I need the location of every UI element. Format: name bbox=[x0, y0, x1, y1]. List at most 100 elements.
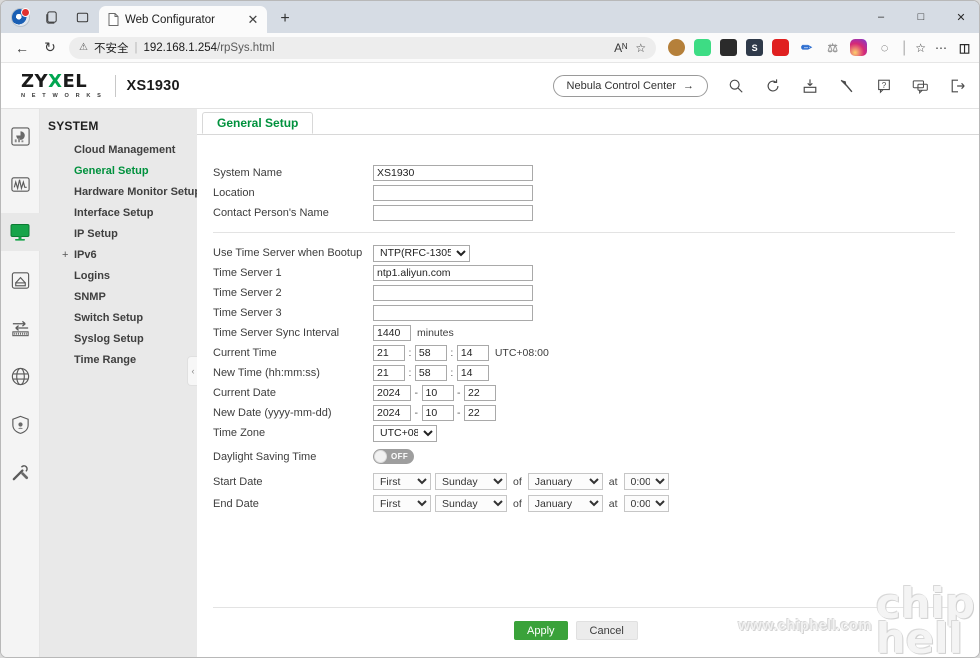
time-server-2-input[interactable] bbox=[373, 285, 533, 301]
omnibox-separator: | bbox=[134, 41, 138, 54]
back-icon[interactable]: ← bbox=[9, 35, 35, 61]
new-date-year-input[interactable] bbox=[373, 405, 411, 421]
current-time-second-input[interactable] bbox=[456, 345, 489, 361]
dst-toggle[interactable]: OFF bbox=[373, 449, 414, 464]
toggle-knob bbox=[374, 450, 387, 463]
end-time-select[interactable]: 0:00 bbox=[623, 495, 669, 512]
time-server-1-input[interactable] bbox=[373, 265, 533, 281]
cli-message-icon[interactable] bbox=[911, 76, 930, 95]
content-tabbar: General Setup bbox=[197, 109, 979, 135]
favorite-star-icon[interactable]: ☆ bbox=[635, 41, 646, 55]
sidebar-item-cloud-management[interactable]: Cloud Management bbox=[40, 139, 197, 160]
start-day-select[interactable]: Sunday bbox=[435, 473, 507, 490]
red-extension-icon[interactable] bbox=[772, 39, 790, 56]
time-server-3-label: Time Server 3 bbox=[213, 307, 282, 319]
maintenance-tools-icon[interactable] bbox=[1, 453, 40, 491]
split-screen-icon[interactable] bbox=[720, 39, 738, 56]
wrench-icon[interactable] bbox=[837, 76, 856, 95]
start-of-label: of bbox=[513, 475, 522, 488]
address-bar[interactable]: ⚠ 不安全 | 192.168.1.254/rpSys.html Aᴺ ☆ bbox=[69, 36, 657, 59]
ghost-extension-icon[interactable]: ◌ bbox=[876, 39, 893, 56]
start-time-select[interactable]: 0:00 bbox=[623, 473, 669, 490]
cookie-extension-icon[interactable] bbox=[668, 39, 686, 56]
maximize-button[interactable]: □ bbox=[901, 1, 941, 33]
sidebar-item-time-range[interactable]: Time Range bbox=[40, 349, 197, 370]
current-time-minute-input[interactable] bbox=[414, 345, 447, 361]
pen-extension-icon[interactable]: ✏ bbox=[798, 39, 815, 56]
switching-icon[interactable] bbox=[1, 309, 40, 347]
time-server-3-input[interactable] bbox=[373, 305, 533, 321]
sidebar-item-logins[interactable]: Logins bbox=[40, 265, 197, 286]
end-day-select[interactable]: Sunday bbox=[435, 495, 507, 512]
minimize-button[interactable]: – bbox=[861, 1, 901, 33]
cancel-button[interactable]: Cancel bbox=[575, 621, 638, 640]
read-aloud-icon[interactable]: Aᴺ bbox=[614, 41, 627, 55]
new-time-minute-input[interactable] bbox=[414, 365, 447, 381]
time-server-bootup-select[interactable]: NTP(RFC-1305) bbox=[373, 244, 470, 262]
end-week-select[interactable]: First bbox=[373, 495, 431, 512]
refresh-icon[interactable] bbox=[763, 76, 782, 95]
sidebar-item-snmp[interactable]: SNMP bbox=[40, 286, 197, 307]
logout-icon[interactable] bbox=[948, 76, 967, 95]
security-shield-icon[interactable] bbox=[1, 405, 40, 443]
time-zone-select[interactable]: UTC+08:00 bbox=[373, 424, 437, 442]
apply-button[interactable]: Apply bbox=[514, 621, 568, 640]
current-date-month-input[interactable] bbox=[421, 385, 454, 401]
save-config-icon[interactable] bbox=[800, 76, 819, 95]
new-date-month-input[interactable] bbox=[421, 405, 454, 421]
location-input[interactable] bbox=[373, 185, 533, 201]
system-monitor-icon[interactable] bbox=[1, 213, 40, 251]
profile-avatar[interactable] bbox=[9, 6, 31, 28]
end-month-select[interactable]: January bbox=[527, 495, 603, 512]
browser-tab[interactable]: Web Configurator ✕ bbox=[99, 6, 267, 33]
current-date-day-input[interactable] bbox=[464, 385, 496, 401]
tab-general-setup[interactable]: General Setup bbox=[202, 112, 314, 134]
org-chart-icon[interactable]: ⚖ bbox=[824, 39, 841, 56]
field-current-time: Current Time : : UTC+08:00 bbox=[213, 343, 979, 363]
tab-copilot-icon[interactable] bbox=[40, 6, 62, 28]
instagram-extension-icon[interactable] bbox=[850, 39, 868, 56]
help-icon[interactable]: ? bbox=[874, 76, 893, 95]
current-date-year-input[interactable] bbox=[373, 385, 411, 401]
tab-overview-icon[interactable] bbox=[71, 6, 93, 28]
new-date-day-input[interactable] bbox=[464, 405, 496, 421]
collections-icon[interactable]: ☆ bbox=[915, 41, 926, 55]
sidebar-item-ip-setup[interactable]: IP Setup bbox=[40, 223, 197, 244]
current-time-hour-input[interactable] bbox=[373, 345, 405, 361]
start-month-select[interactable]: January bbox=[527, 473, 603, 490]
start-week-select[interactable]: First bbox=[373, 473, 431, 490]
window-close-button[interactable]: ✕ bbox=[941, 1, 979, 33]
new-time-hour-input[interactable] bbox=[373, 365, 405, 381]
nebula-control-center-button[interactable]: Nebula Control Center → bbox=[552, 74, 708, 97]
sidebar-item-syslog-setup[interactable]: Syslog Setup bbox=[40, 328, 197, 349]
close-icon[interactable]: ✕ bbox=[245, 12, 261, 28]
warning-triangle-icon: ⚠ bbox=[79, 42, 88, 53]
expand-plus-icon[interactable]: + bbox=[62, 249, 68, 261]
reload-icon[interactable]: ↻ bbox=[37, 35, 63, 61]
networking-globe-icon[interactable] bbox=[1, 357, 40, 395]
sidebar-toggle-icon[interactable]: ◫ bbox=[956, 39, 973, 56]
sidebar-item-interface-setup[interactable]: Interface Setup bbox=[40, 202, 197, 223]
port-icon[interactable] bbox=[1, 261, 40, 299]
field-system-name: System Name bbox=[213, 163, 979, 183]
sidebar-item-hardware-monitor-setup[interactable]: Hardware Monitor Setup bbox=[40, 181, 201, 202]
search-icon[interactable] bbox=[726, 76, 745, 95]
sidebar-item-ipv6[interactable]: + IPv6 bbox=[40, 244, 197, 265]
sync-interval-input[interactable] bbox=[373, 325, 411, 341]
sidebar-item-general-setup[interactable]: General Setup bbox=[40, 160, 197, 181]
sidebar-item-switch-setup[interactable]: Switch Setup bbox=[40, 307, 197, 328]
system-name-input[interactable] bbox=[373, 165, 533, 181]
new-tab-button[interactable]: + bbox=[272, 6, 298, 32]
location-label: Location bbox=[213, 187, 255, 199]
tab-title: Web Configurator bbox=[125, 13, 215, 26]
android-extension-icon[interactable] bbox=[694, 39, 712, 56]
field-time-server-2: Time Server 2 bbox=[213, 283, 979, 303]
browser-window: Web Configurator ✕ + – □ ✕ ← ↻ ⚠ 不安全 | 1… bbox=[0, 0, 980, 658]
new-time-second-input[interactable] bbox=[456, 365, 489, 381]
time-server-bootup-label: Use Time Server when Bootup bbox=[213, 247, 363, 259]
s-extension-icon[interactable]: S bbox=[746, 39, 764, 56]
monitor-graph-icon[interactable] bbox=[1, 165, 40, 203]
dashboard-icon[interactable] bbox=[1, 117, 40, 155]
browser-settings-icon[interactable]: ⋯ bbox=[935, 41, 947, 55]
contact-input[interactable] bbox=[373, 205, 533, 221]
